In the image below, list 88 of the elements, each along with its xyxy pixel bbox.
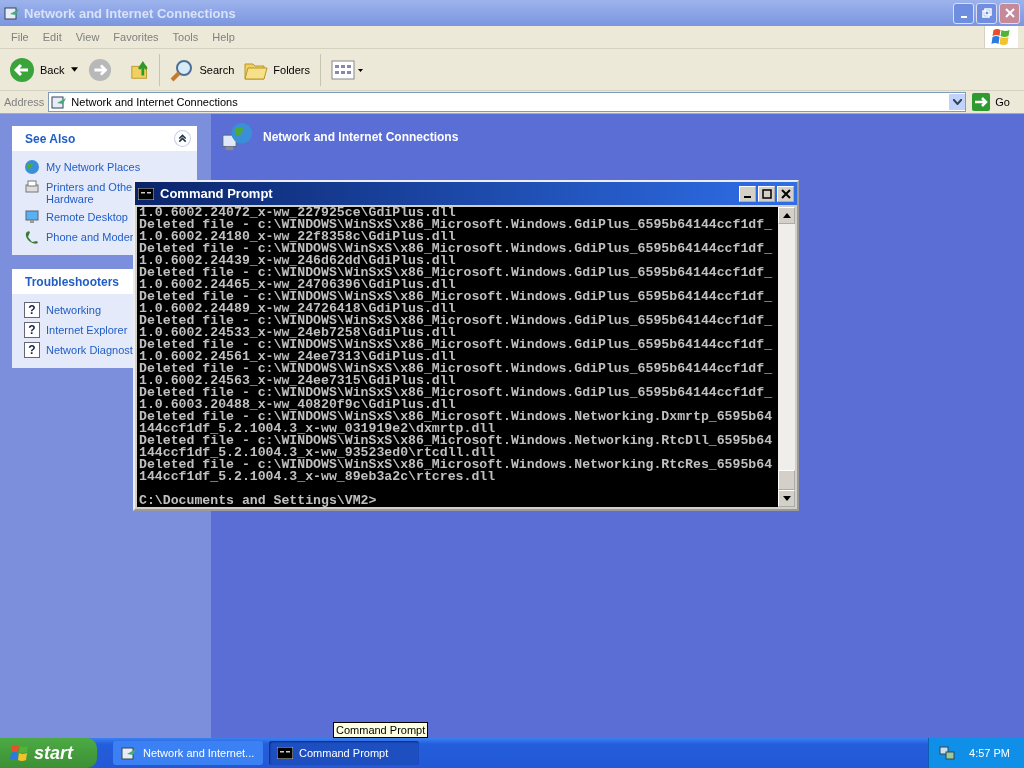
folder-icon (121, 745, 137, 761)
windows-logo-icon (10, 743, 30, 763)
scrollbar-thumb[interactable] (778, 470, 795, 490)
console-line: 1.0.6003.20488_x-ww_40820f9c\GdiPlus.dll (139, 399, 456, 411)
console-line: Deleted file - c:\WINDOWS\WinSxS\x86_Microsoft.Windows.GdiPlus_6595b64144ccf1df_ (139, 243, 774, 255)
scroll-down-button[interactable] (778, 490, 795, 507)
console-line: Deleted file - c:\WINDOWS\WinSxS\x86_Microsoft.Windows.GdiPlus_6595b64144ccf1df_ (139, 339, 774, 351)
close-icon (780, 188, 791, 199)
page-heading: Network and Internet Connections (263, 130, 459, 144)
console-line: Deleted file - c:\WINDOWS\WinSxS\x86_Microsoft.Windows.GdiPlus_6595b64144ccf1df_ (139, 387, 774, 399)
console-icon (277, 747, 293, 759)
scroll-up-button[interactable] (778, 207, 795, 224)
collapse-icon[interactable] (174, 130, 191, 147)
minimize-icon (744, 196, 751, 198)
console-line: 1.0.6002.24489_x-ww_24726418\GdiPlus.dll (139, 303, 456, 315)
console-icon (138, 187, 154, 200)
console-line: 144ccf1df_5.2.1004.3_x-ww_89eb3a2c\rtcres.dll (139, 471, 496, 483)
console-line: 144ccf1df_5.2.1004.3_x-ww_031919e2\dxmrtp.dll (139, 423, 496, 435)
back-button[interactable]: Back (6, 54, 68, 85)
close-icon (1004, 8, 1015, 18)
taskbar-button[interactable]: Command Prompt (269, 741, 419, 765)
network-icon[interactable] (939, 745, 956, 761)
panel-link[interactable]: Remote Desktop (46, 211, 128, 223)
help-icon: ? (24, 342, 40, 358)
menu-item[interactable]: Favorites (106, 31, 166, 43)
panel-link[interactable]: Printers and Othe (46, 181, 133, 193)
menu-item[interactable]: View (68, 31, 107, 43)
taskbar-button[interactable]: Network and Internet... (113, 741, 263, 765)
search-button[interactable]: Search (167, 55, 238, 84)
menu-item[interactable]: File (4, 31, 36, 43)
dropdown-button[interactable] (949, 94, 966, 110)
console-line: Deleted file - c:\WINDOWS\WinSxS\x86_Microsoft.Windows.Networking.RtcDll_6595b64 (139, 435, 774, 447)
console-line: Deleted file - c:\WINDOWS\WinSxS\x86_Microsoft.Windows.GdiPlus_6595b64144ccf1df_ (139, 291, 774, 303)
panel-link[interactable]: Networking (46, 304, 102, 316)
globe-icon (24, 159, 40, 175)
caret-icon[interactable] (71, 67, 79, 72)
panel-link[interactable]: Internet Explorer (46, 324, 128, 336)
panel-title: Troubleshooters (25, 274, 119, 289)
printer-icon (24, 179, 40, 195)
console-line: Deleted file - c:\WINDOWS\WinSxS\x86_Microsoft.Windows.GdiPlus_6595b64144ccf1df_ (139, 363, 774, 375)
minimize-icon (960, 16, 967, 18)
console-line: Deleted file - c:\WINDOWS\WinSxS\x86_Microsoft.Windows.Networking.Dxmrtp_6595b64 (139, 411, 774, 423)
console-line: 1.0.6002.24561_x-ww_24ee7313\GdiPlus.dll (139, 351, 456, 363)
folder-icon (4, 5, 20, 21)
monitor-icon (24, 209, 40, 225)
address-field[interactable]: Network and Internet Connections (48, 92, 967, 112)
search-icon (170, 57, 195, 82)
folders-button[interactable]: Folders (241, 56, 313, 83)
arrow-right-icon (972, 93, 991, 111)
chevron-down-icon (952, 99, 962, 105)
clock: 4:57 PM (969, 747, 1010, 759)
console-line: 1.0.6002.24465_x-ww_24706396\GdiPlus.dll (139, 279, 456, 291)
start-button[interactable]: start (0, 738, 97, 768)
go-button[interactable]: Go (970, 93, 1020, 111)
phone-icon (24, 229, 40, 245)
panel-link[interactable]: Hardware (46, 193, 94, 205)
console-line: Deleted file - c:\WINDOWS\WinSxS\x86_Microsoft.Windows.GdiPlus_6595b64144ccf1df_ (139, 219, 774, 231)
console-line: 1.0.6002.24072_x-ww_227925ce\GdiPlus.dll (139, 207, 456, 219)
maximize-button[interactable] (758, 185, 775, 202)
window-title: Command Prompt (160, 186, 274, 201)
console-line: 1.0.6002.24180_x-ww_22f8358c\GdiPlus.dll (139, 231, 456, 243)
menu-item[interactable]: Help (205, 31, 242, 43)
restore-button[interactable] (976, 2, 997, 24)
console-line: 1.0.6002.24533_x-ww_24eb7258\GdiPlus.dll (139, 327, 456, 339)
views-icon (331, 59, 365, 80)
down-arrow-icon (782, 496, 791, 501)
console-line: 1.0.6002.24439_x-ww_246d62dd\GdiPlus.dll (139, 255, 456, 267)
console-line: 144ccf1df_5.2.1004.3_x-ww_93523ed0\rtcdll.dll (139, 447, 496, 459)
tooltip: Command Prompt (333, 722, 429, 738)
command-prompt-line: C:\Documents and Settings\VM2> (139, 495, 378, 507)
help-icon: ? (24, 322, 40, 338)
panel-link[interactable]: Network Diagnost (46, 344, 133, 356)
panel-title: See Also (25, 131, 76, 146)
address-label: Address (4, 96, 45, 108)
folder-icon (51, 94, 68, 110)
menu-item[interactable]: Tools (165, 31, 206, 43)
help-icon: ? (24, 302, 40, 318)
console-line: Deleted file - c:\WINDOWS\WinSxS\x86_Microsoft.Windows.Networking.RtcRes_6595b64 (139, 459, 774, 471)
menu-item[interactable]: Edit (35, 31, 69, 43)
panel-link[interactable]: Phone and Moder (46, 231, 134, 243)
restore-icon (981, 8, 992, 18)
console-line: Deleted file - c:\WINDOWS\WinSxS\x86_Microsoft.Windows.GdiPlus_6595b64144ccf1df_ (139, 267, 774, 279)
window-title: Network and Internet Connections (24, 5, 237, 21)
up-arrow-icon (782, 213, 791, 218)
console-line: 1.0.6002.24563_x-ww_24ee7315\GdiPlus.dll (139, 375, 456, 387)
panel-link[interactable]: My Network Places (46, 161, 141, 173)
console-line: Deleted file - c:\WINDOWS\WinSxS\x86_Microsoft.Windows.GdiPlus_6595b64144ccf1df_ (139, 315, 774, 327)
maximize-icon (761, 188, 772, 199)
